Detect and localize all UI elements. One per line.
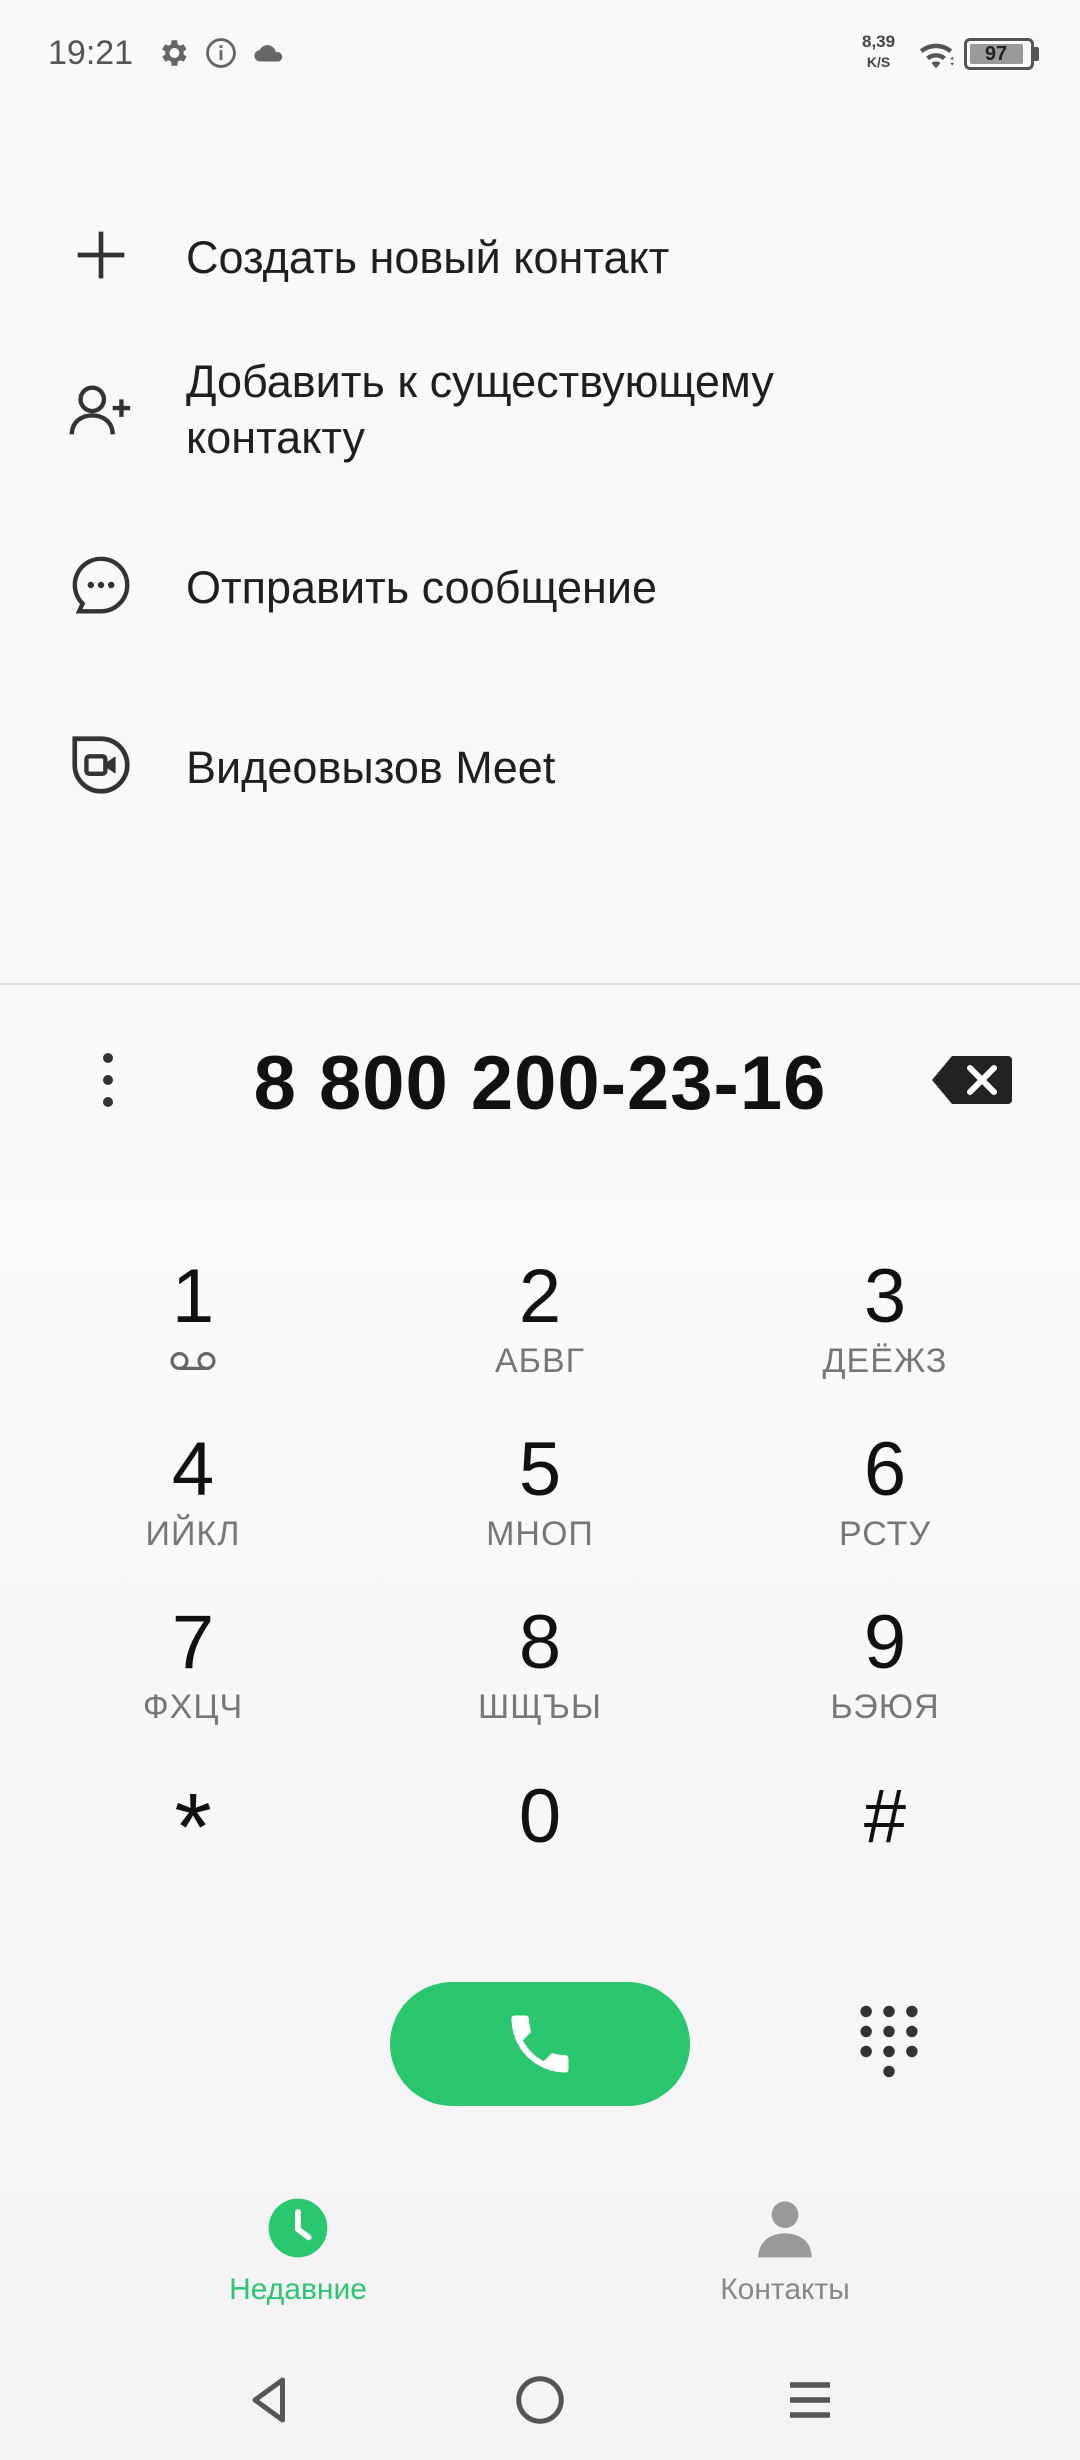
key-6[interactable]: 6 РСТУ <box>735 1427 1035 1587</box>
cloud-icon <box>254 45 283 62</box>
person-icon <box>758 2201 812 2258</box>
key-letters: МНОП <box>486 1515 594 1553</box>
key-letters: РСТУ <box>838 1515 932 1553</box>
meet-video-call-label: Видеовызов Meet <box>186 742 556 793</box>
status-bar: 19:21 8,39 K/S 97 <box>0 0 1080 110</box>
key-digit: * <box>174 1774 212 1881</box>
key-1[interactable]: 1 <box>43 1254 343 1414</box>
key-digit: 2 <box>518 1254 562 1339</box>
key-letters: АБВГ <box>494 1342 586 1380</box>
voicemail-icon <box>170 1351 216 1371</box>
key-digit: 8 <box>518 1600 562 1685</box>
network-speed-unit: K/S <box>866 54 891 70</box>
call-button[interactable] <box>390 1982 690 2106</box>
key-5[interactable]: 5 МНОП <box>390 1427 690 1587</box>
network-speed-value: 8,39 <box>862 32 896 51</box>
key-8[interactable]: 8 ШЩЪЫ <box>390 1600 690 1760</box>
info-icon <box>206 38 236 68</box>
key-digit: 1 <box>171 1254 215 1339</box>
key-letters: ШЩЪЫ <box>477 1688 603 1726</box>
key-9[interactable]: 9 ЬЭЮЯ <box>735 1600 1035 1760</box>
key-letters: ДЕЁЖЗ <box>822 1342 948 1380</box>
clock-icon <box>268 2198 328 2258</box>
meet-video-call-item[interactable]: Видеовызов Meet <box>0 700 1080 840</box>
backspace-icon[interactable] <box>932 1054 1012 1106</box>
key-digit: 4 <box>171 1427 215 1512</box>
dialed-number: 8 800 200-23-16 <box>253 1041 827 1126</box>
key-digit: 9 <box>863 1600 907 1685</box>
battery-icon: 97 <box>964 38 1034 70</box>
gear-icon <box>162 40 187 66</box>
key-3[interactable]: 3 ДЕЁЖЗ <box>735 1254 1035 1414</box>
dialpad-icon[interactable] <box>854 2000 924 2080</box>
key-digit: 6 <box>863 1427 907 1512</box>
key-letters: ЬЭЮЯ <box>830 1688 940 1726</box>
key-digit: 0 <box>518 1774 562 1859</box>
tab-contacts[interactable]: Контакты <box>635 2196 935 2310</box>
system-navigation-bar <box>0 2340 1080 2460</box>
key-letters: ИЙКЛ <box>145 1515 241 1553</box>
divider <box>0 983 1080 985</box>
key-0[interactable]: 0 <box>390 1774 690 1934</box>
key-digit: 7 <box>171 1600 215 1685</box>
phone-icon <box>511 2015 569 2073</box>
key-star[interactable]: * <box>43 1778 343 1938</box>
status-time: 19:21 <box>48 34 134 72</box>
network-speed: 8,39 K/S <box>862 32 895 72</box>
meet-video-icon <box>72 736 130 794</box>
key-digit: 5 <box>518 1427 562 1512</box>
add-to-existing-label-line2: контакту <box>186 412 366 463</box>
key-letters: ФХЦЧ <box>142 1688 244 1726</box>
create-contact-label: Создать новый контакт <box>186 232 670 283</box>
battery-level: 97 <box>984 43 1008 65</box>
back-icon[interactable] <box>240 2370 300 2430</box>
tab-recent[interactable]: Недавние <box>148 2196 448 2310</box>
create-contact-item[interactable]: Создать новый контакт <box>0 190 1080 320</box>
send-message-label: Отправить сообщение <box>186 562 658 613</box>
key-7[interactable]: 7 ФХЦЧ <box>43 1600 343 1760</box>
key-hash[interactable]: # <box>735 1774 1035 1934</box>
home-icon[interactable] <box>510 2370 570 2430</box>
key-4[interactable]: 4 ИЙКЛ <box>43 1427 343 1587</box>
key-digit: # <box>863 1774 907 1859</box>
tab-contacts-label: Контакты <box>720 2273 850 2306</box>
menu-icon[interactable] <box>780 2370 840 2430</box>
key-2[interactable]: 2 АБВГ <box>390 1254 690 1414</box>
message-bubble-icon <box>72 556 130 614</box>
key-digit: 3 <box>863 1254 907 1339</box>
add-person-icon <box>69 385 131 435</box>
plus-icon <box>77 231 125 279</box>
tab-recent-label: Недавние <box>229 2273 367 2306</box>
send-message-item[interactable]: Отправить сообщение <box>0 520 1080 660</box>
add-to-existing-contact-item[interactable]: Добавить к существующему контакту <box>0 340 1080 490</box>
add-to-existing-label-line1: Добавить к существующему <box>186 356 774 407</box>
wifi-icon <box>919 43 954 69</box>
